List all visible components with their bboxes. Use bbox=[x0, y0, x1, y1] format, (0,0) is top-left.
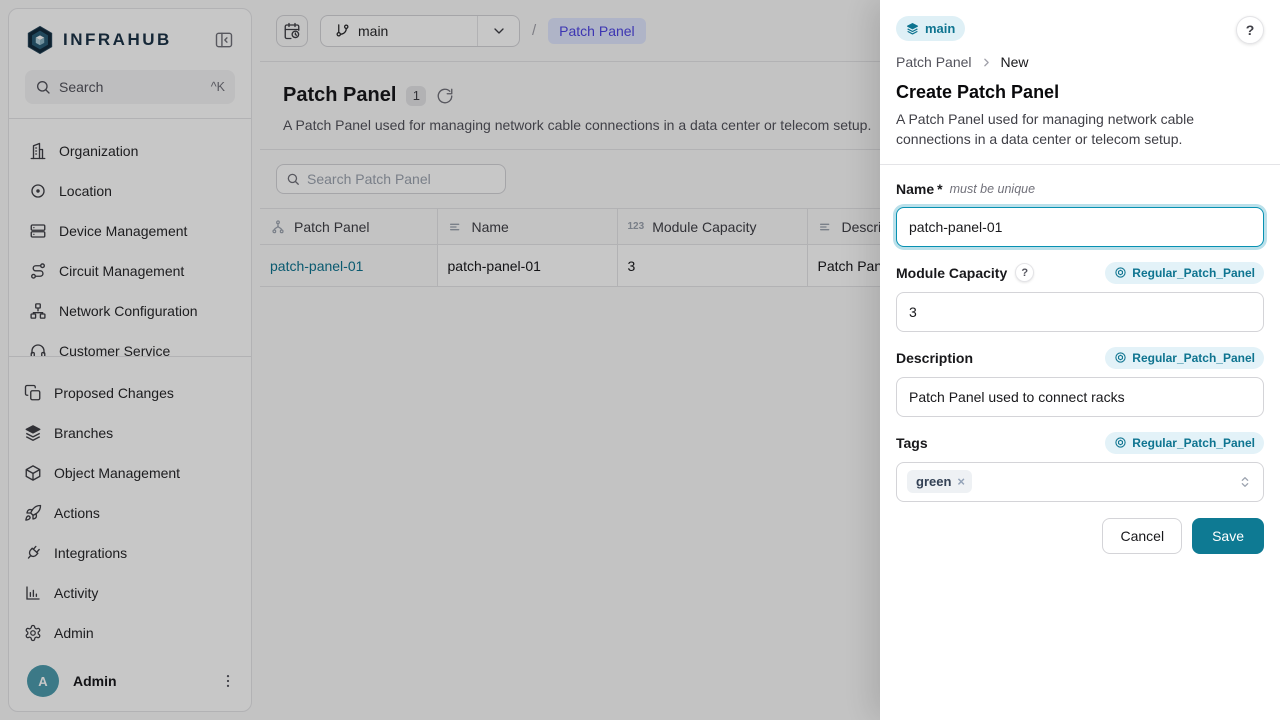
module-capacity-help-icon[interactable]: ? bbox=[1015, 263, 1034, 282]
field-description: Description Regular_Patch_Panel bbox=[896, 347, 1264, 417]
help-button[interactable]: ? bbox=[1236, 16, 1264, 44]
layers-icon bbox=[906, 22, 919, 35]
drawer-breadcrumb: Patch Panel New bbox=[896, 54, 1264, 70]
breadcrumb-parent[interactable]: Patch Panel bbox=[896, 54, 972, 70]
branch-badge: main bbox=[896, 16, 965, 41]
save-button[interactable]: Save bbox=[1192, 518, 1264, 554]
schema-badge-label: Regular_Patch_Panel bbox=[1132, 351, 1255, 365]
branch-badge-label: main bbox=[925, 21, 955, 36]
profile-schema-icon bbox=[1114, 436, 1127, 449]
drawer-title: Create Patch Panel bbox=[896, 82, 1264, 103]
description-label: Description bbox=[896, 350, 973, 366]
name-input[interactable] bbox=[896, 207, 1264, 247]
tag-chip-green: green × bbox=[907, 470, 972, 493]
tag-label: green bbox=[916, 474, 951, 489]
tags-label: Tags bbox=[896, 435, 928, 451]
form-actions: Cancel Save bbox=[896, 518, 1264, 554]
create-patch-panel-drawer: main ? Patch Panel New Create Patch Pane… bbox=[880, 0, 1280, 720]
profile-schema-icon bbox=[1114, 351, 1127, 364]
module-capacity-input[interactable] bbox=[896, 292, 1264, 332]
name-hint: must be unique bbox=[950, 182, 1035, 196]
chevrons-up-down-icon bbox=[1237, 474, 1253, 490]
field-name: Name * must be unique bbox=[896, 179, 1264, 247]
profile-schema-icon bbox=[1114, 266, 1127, 279]
schema-badge[interactable]: Regular_Patch_Panel bbox=[1105, 262, 1264, 284]
field-tags: Tags Regular_Patch_Panel green × bbox=[896, 432, 1264, 502]
schema-badge-label: Regular_Patch_Panel bbox=[1132, 266, 1255, 280]
module-capacity-label: Module Capacity bbox=[896, 265, 1007, 281]
required-mark: * bbox=[937, 181, 942, 197]
name-label: Name bbox=[896, 181, 934, 197]
chevron-right-icon bbox=[980, 56, 993, 69]
create-form: Name * must be unique Module Capacity ? … bbox=[880, 165, 1280, 720]
cancel-button[interactable]: Cancel bbox=[1102, 518, 1182, 554]
tags-select[interactable]: green × bbox=[896, 462, 1264, 502]
field-module-capacity: Module Capacity ? Regular_Patch_Panel bbox=[896, 262, 1264, 332]
description-input[interactable] bbox=[896, 377, 1264, 417]
schema-badge[interactable]: Regular_Patch_Panel bbox=[1105, 432, 1264, 454]
remove-tag-icon[interactable]: × bbox=[957, 474, 965, 489]
schema-badge-label: Regular_Patch_Panel bbox=[1132, 436, 1255, 450]
drawer-header: main ? Patch Panel New Create Patch Pane… bbox=[880, 0, 1280, 165]
schema-badge[interactable]: Regular_Patch_Panel bbox=[1105, 347, 1264, 369]
breadcrumb-current: New bbox=[1001, 54, 1029, 70]
drawer-description: A Patch Panel used for managing network … bbox=[896, 109, 1230, 150]
